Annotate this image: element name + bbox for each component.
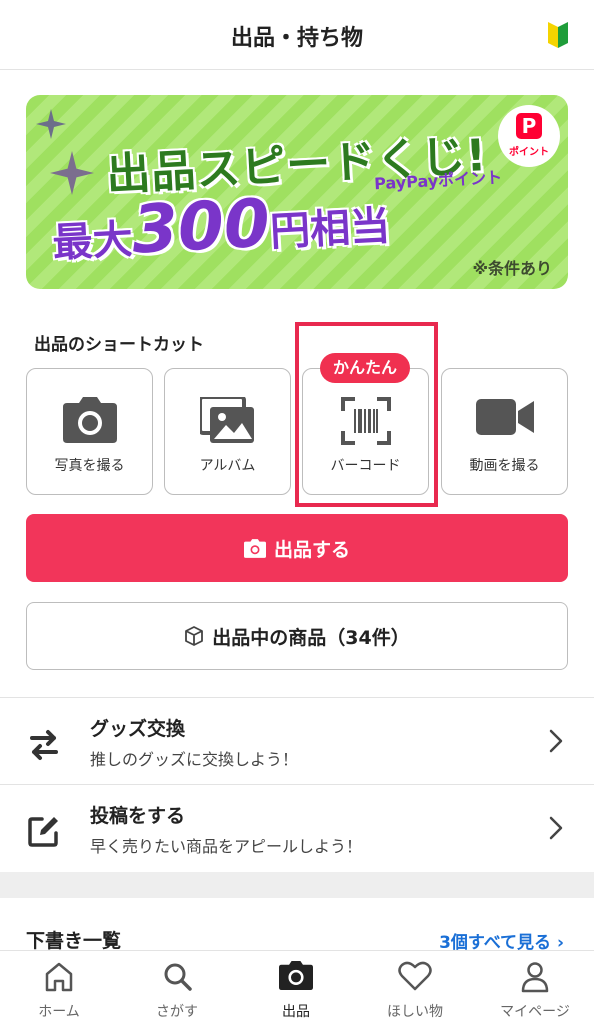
paypay-logo-icon: P bbox=[516, 113, 542, 139]
sell-button[interactable]: 出品する bbox=[26, 514, 568, 582]
swap-arrows-icon bbox=[30, 730, 58, 760]
nav-wishlist[interactable]: ほしい物 bbox=[356, 951, 474, 1024]
menu-title: グッズ交換 bbox=[90, 718, 186, 740]
nav-mypage[interactable]: マイページ bbox=[476, 951, 594, 1024]
search-icon bbox=[164, 963, 192, 991]
listed-items-button[interactable]: 出品中の商品（34件） bbox=[26, 602, 568, 670]
nav-label: マイページ bbox=[500, 1004, 570, 1020]
nav-home[interactable]: ホーム bbox=[0, 951, 118, 1024]
chevron-right-icon bbox=[549, 729, 563, 753]
sparkle-icon bbox=[50, 151, 94, 195]
listed-items-label: 出品中の商品（34件） bbox=[212, 626, 410, 649]
menu-create-post[interactable]: 投稿をする 早く売りたい商品をアピールしよう！ bbox=[0, 785, 594, 871]
heart-icon bbox=[398, 961, 432, 991]
sell-button-label: 出品する bbox=[273, 538, 350, 561]
paypay-badge-label: ポイント bbox=[509, 147, 549, 158]
bottom-navigation: ホーム さがす 出品 ほしい物 マイページ bbox=[0, 950, 594, 1024]
person-icon bbox=[521, 962, 549, 993]
easy-badge: かんたん bbox=[320, 353, 410, 383]
shortcut-label: アルバム bbox=[199, 458, 256, 474]
video-camera-icon bbox=[475, 399, 534, 435]
shortcut-take-video[interactable]: 動画を撮る bbox=[441, 368, 568, 495]
banner-amount: 最大300円相当 bbox=[50, 178, 392, 273]
paypay-point-badge: P ポイント bbox=[498, 105, 560, 167]
nav-search[interactable]: さがす bbox=[118, 951, 236, 1024]
camera-icon bbox=[62, 397, 117, 443]
sparkle-icon bbox=[36, 109, 66, 139]
camera-icon bbox=[279, 961, 313, 990]
menu-subtitle: 早く売りたい商品をアピールしよう！ bbox=[90, 837, 363, 856]
section-separator bbox=[0, 872, 594, 898]
nav-label: 出品 bbox=[282, 1004, 310, 1020]
nav-label: ほしい物 bbox=[387, 1004, 443, 1020]
campaign-banner[interactable]: 出品スピードくじ! PayPayポイント 最大300円相当 ※条件あり P ポイ… bbox=[26, 95, 568, 289]
amount-suffix: 円相当 bbox=[269, 203, 392, 256]
beginner-mark-icon[interactable] bbox=[546, 20, 570, 50]
nav-label: ホーム bbox=[38, 1004, 80, 1020]
shortcut-album[interactable]: アルバム bbox=[164, 368, 291, 495]
shortcut-label: 動画を撮る bbox=[469, 458, 540, 474]
app-header: 出品・持ち物 bbox=[0, 0, 594, 70]
edit-post-icon bbox=[28, 817, 58, 847]
chevron-right-icon bbox=[549, 816, 563, 840]
shortcut-heading: 出品のショートカット bbox=[34, 335, 204, 355]
drafts-title: 下書き一覧 bbox=[26, 930, 122, 952]
nav-label: さがす bbox=[156, 1004, 198, 1020]
album-icon bbox=[199, 397, 254, 443]
menu-goods-exchange[interactable]: グッズ交換 推しのグッズに交換しよう！ bbox=[0, 698, 594, 784]
banner-note: ※条件あり bbox=[472, 259, 552, 278]
home-icon bbox=[45, 962, 73, 992]
page-title: 出品・持ち物 bbox=[230, 26, 363, 51]
shortcut-take-photo[interactable]: 写真を撮る bbox=[26, 368, 153, 495]
camera-icon bbox=[243, 538, 266, 558]
box-icon bbox=[185, 626, 204, 646]
menu-subtitle: 推しのグッズに交換しよう！ bbox=[90, 750, 299, 769]
barcode-highlight-frame bbox=[295, 322, 438, 507]
shortcut-label: 写真を撮る bbox=[54, 458, 125, 474]
nav-sell[interactable]: 出品 bbox=[237, 951, 355, 1024]
menu-title: 投稿をする bbox=[90, 805, 186, 827]
amount-value: 300 bbox=[130, 184, 272, 269]
amount-prefix: 最大 bbox=[51, 216, 134, 267]
